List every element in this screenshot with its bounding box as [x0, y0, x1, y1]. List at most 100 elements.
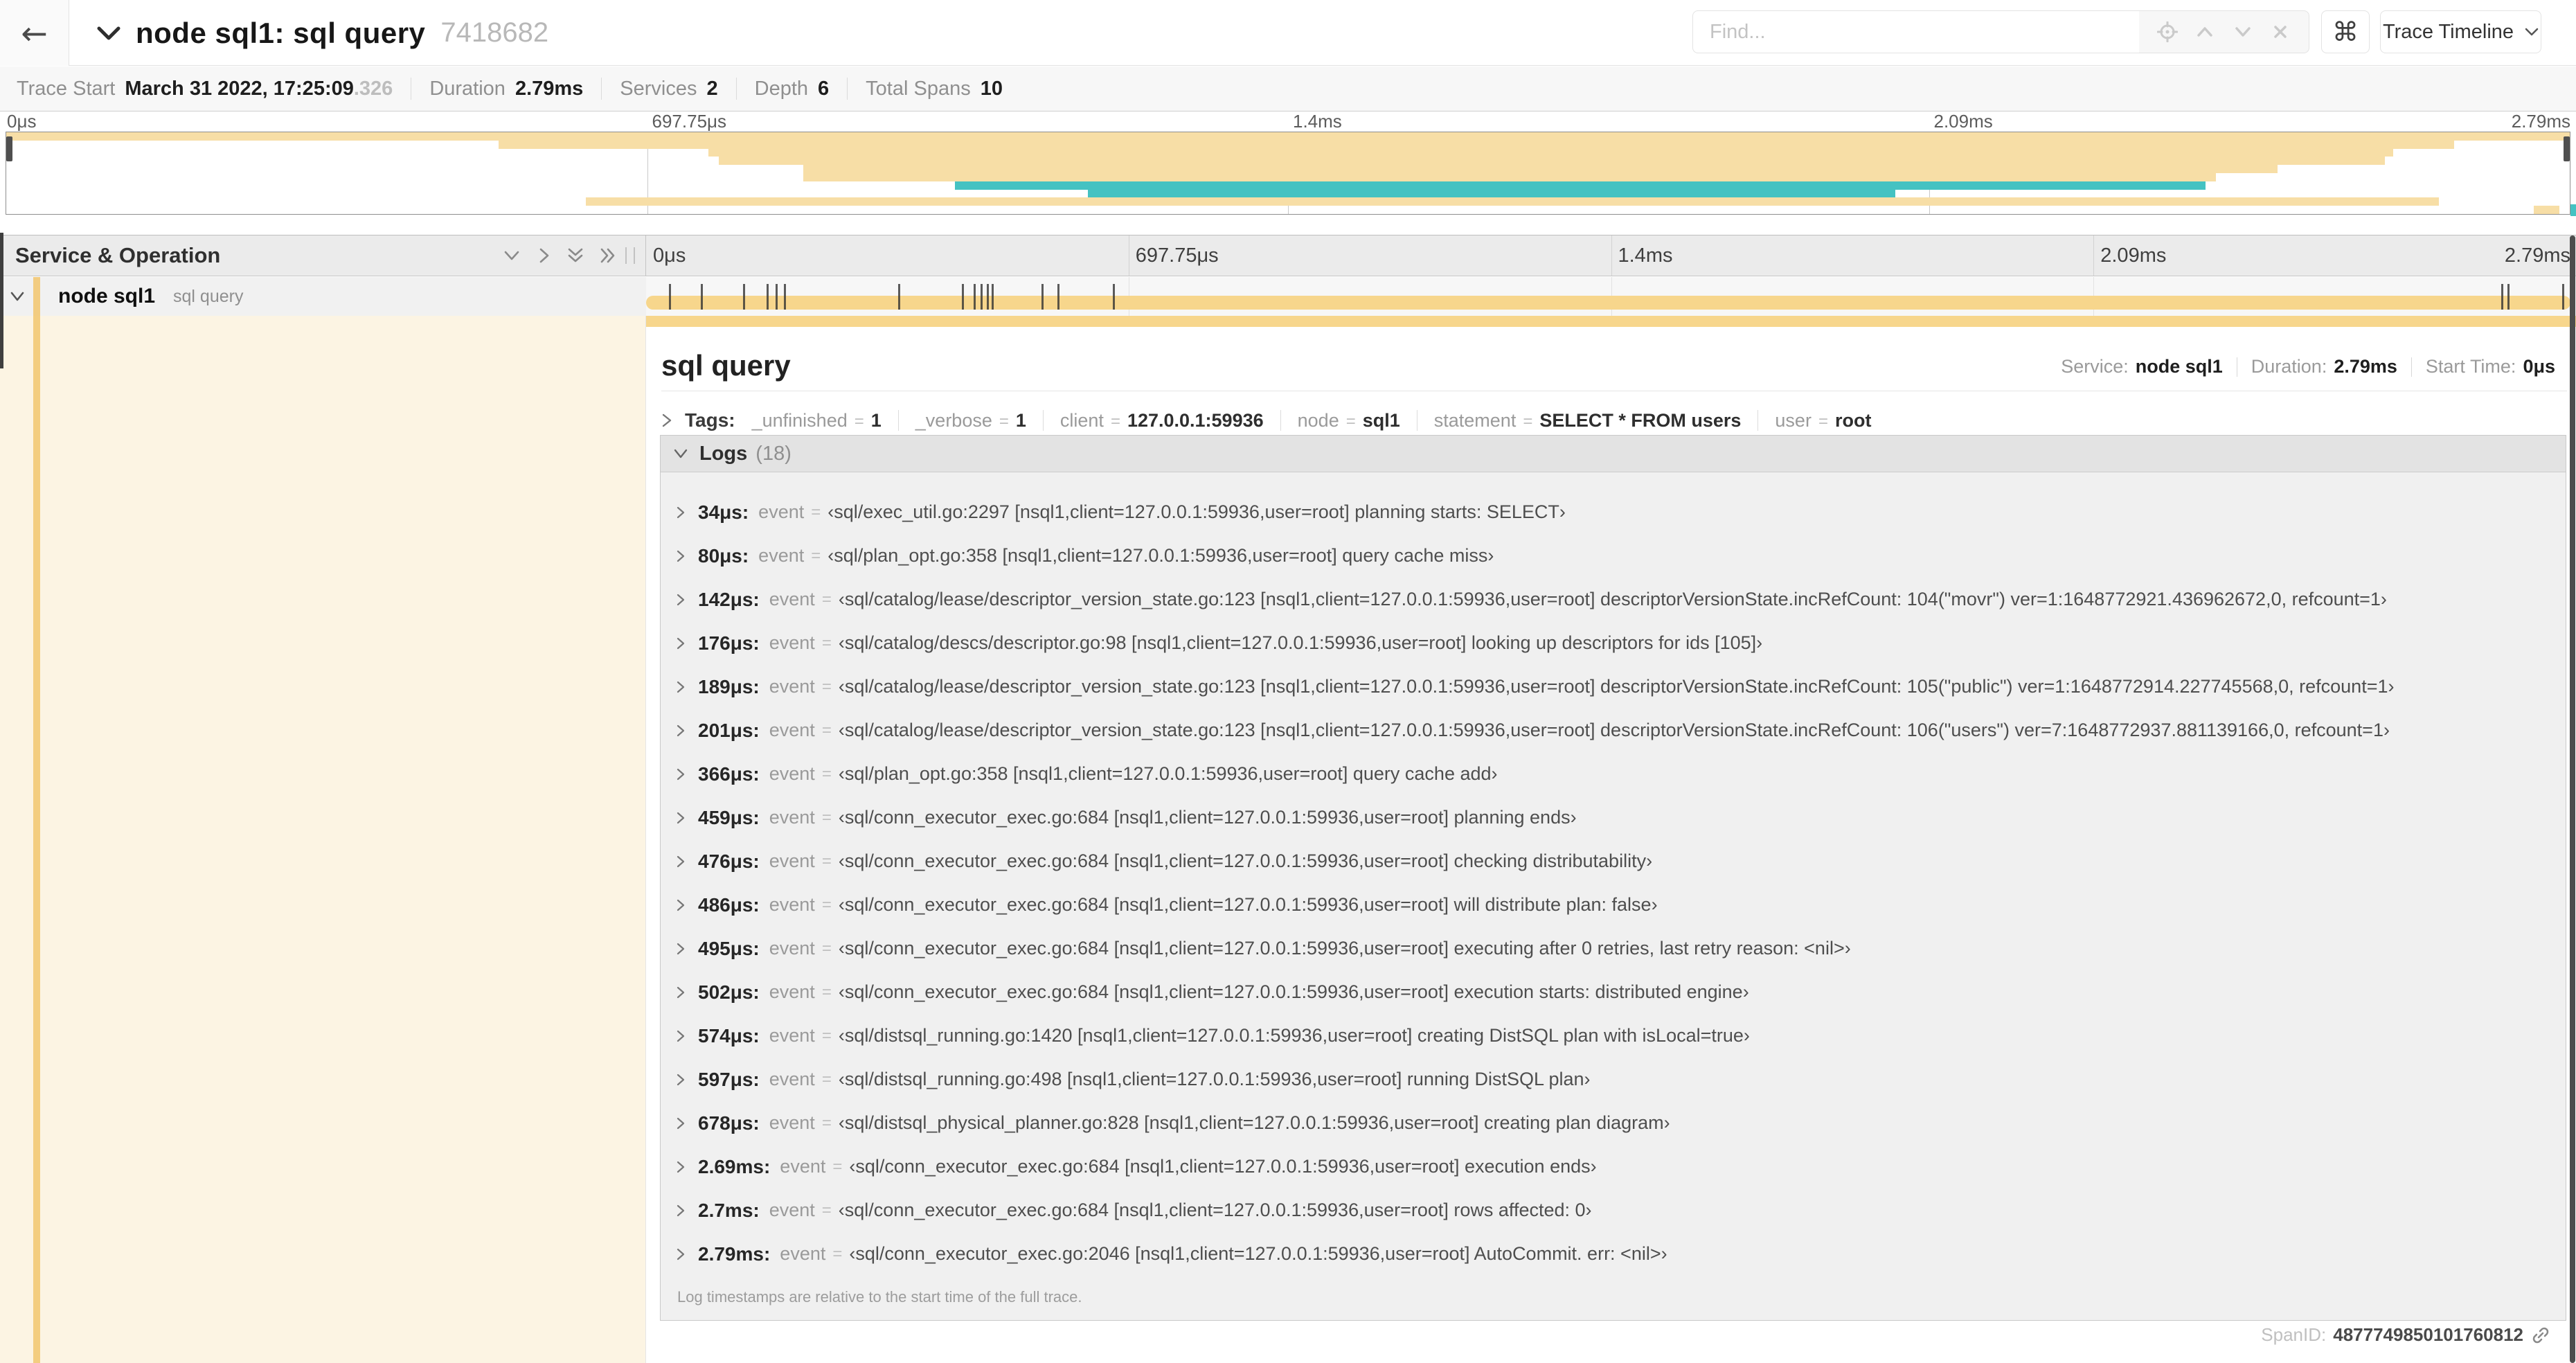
log-marker-tick[interactable] — [2562, 284, 2564, 310]
timeline-collapser — [503, 247, 616, 265]
span-duration-bar[interactable] — [646, 296, 2570, 310]
tag-separator — [1757, 410, 1759, 431]
log-entry-row[interactable]: 495μs: event = ‹sql/conn_executor_exec.go:6… — [661, 927, 2566, 970]
left-pane-scrollbar[interactable] — [0, 233, 3, 368]
expand-one-icon[interactable] — [535, 247, 553, 265]
log-field-value: ‹sql/plan_opt.go:358 [nsql1,client=127.0… — [828, 545, 1494, 566]
tags-row[interactable]: Tags: _unfinished = 1 _verbose = 1 client = 127.… — [661, 404, 1871, 436]
log-entry-row[interactable]: 80μs: event = ‹sql/plan_opt.go:358 [nsql1,c… — [661, 534, 2566, 578]
log-field-value: ‹sql/exec_util.go:2297 [nsql1,client=127… — [828, 501, 1566, 522]
tag-item[interactable]: _unfinished = 1 — [752, 410, 882, 431]
log-marker-tick[interactable] — [784, 284, 787, 310]
column-resizer-grip[interactable] — [625, 247, 635, 264]
keyboard-shortcuts-button[interactable]: ⌘ — [2321, 10, 2370, 53]
view-selector-button[interactable]: Trace Timeline — [2380, 10, 2541, 53]
log-entry-row[interactable]: 476μs: event = ‹sql/conn_executor_exec.go:6… — [661, 839, 2566, 883]
log-marker-tick[interactable] — [1113, 284, 1116, 310]
log-field-value: ‹sql/catalog/descs/descriptor.go:98 [nsq… — [838, 632, 1763, 653]
trace-title-wrap: node sql1: sql query 7418682 — [97, 0, 548, 66]
equals-sign: = — [821, 895, 832, 914]
chevron-down-icon[interactable] — [97, 26, 120, 41]
next-match-icon[interactable] — [2233, 21, 2253, 42]
log-marker-tick[interactable] — [1041, 284, 1044, 310]
timeline-gridline — [1611, 235, 1612, 276]
log-timestamp: 2.79ms: — [698, 1242, 771, 1265]
log-marker-tick[interactable] — [974, 284, 976, 310]
log-entry-row[interactable]: 2.7ms: event = ‹sql/conn_executor_exec.go:6… — [661, 1188, 2566, 1232]
log-entry-row[interactable]: 176μs: event = ‹sql/catalog/descs/descripto… — [661, 621, 2566, 665]
find-box — [1692, 10, 2140, 53]
log-marker-tick[interactable] — [767, 284, 769, 310]
tag-item[interactable]: user = root — [1775, 410, 1871, 431]
find-toolbar — [2139, 10, 2309, 53]
equals-sign: = — [821, 764, 832, 783]
find-input[interactable] — [1693, 11, 2139, 53]
log-entry-row[interactable]: 502μs: event = ‹sql/conn_executor_exec.go:6… — [661, 970, 2566, 1014]
log-marker-tick[interactable] — [986, 284, 989, 310]
log-entry-row[interactable]: 2.69ms: event = ‹sql/conn_executor_exec.go:… — [661, 1145, 2566, 1188]
minimap-span-bar — [1088, 189, 1896, 198]
chevron-right-icon — [677, 1248, 685, 1260]
chevron-right-icon — [677, 681, 685, 693]
log-entry-row[interactable]: 142μs: event = ‹sql/catalog/lease/descripto… — [661, 578, 2566, 621]
meta-value: node sql1 — [2135, 356, 2223, 377]
equals-sign: = — [821, 1113, 832, 1132]
log-marker-tick[interactable] — [743, 284, 746, 310]
log-entry-row[interactable]: 189μs: event = ‹sql/catalog/lease/descripto… — [661, 665, 2566, 709]
deep-link-icon[interactable] — [2530, 1325, 2551, 1346]
span-name-cell[interactable]: node sql1 sql query — [0, 277, 646, 316]
log-entry-row[interactable]: 574μs: event = ‹sql/distsql_running.go:1420… — [661, 1014, 2566, 1058]
log-field-key: event — [769, 632, 815, 653]
back-button[interactable]: ← — [0, 0, 69, 66]
timeline-minimap[interactable] — [6, 132, 2570, 215]
equals-sign: = — [821, 589, 832, 609]
span-collapse-caret-icon[interactable] — [10, 291, 25, 302]
equals-sign: = — [821, 982, 832, 1001]
log-marker-tick[interactable] — [1057, 284, 1059, 310]
log-entry-row[interactable]: 678μs: event = ‹sql/distsql_physical_planne… — [661, 1101, 2566, 1145]
log-entry-row[interactable]: 2.79ms: event = ‹sql/conn_executor_exec.go:… — [661, 1232, 2566, 1276]
equals-sign: = — [821, 677, 832, 696]
summary-value: 2.79ms — [515, 77, 584, 100]
log-entry-row[interactable]: 34μs: event = ‹sql/exec_util.go:2297 [nsql1… — [661, 490, 2566, 534]
log-field-value: ‹sql/conn_executor_exec.go:684 [nsql1,cl… — [838, 894, 1658, 915]
tag-item[interactable]: node = sql1 — [1298, 410, 1400, 431]
log-entry-row[interactable]: 201μs: event = ‹sql/catalog/lease/descripto… — [661, 709, 2566, 752]
tag-item[interactable]: client = 127.0.0.1:59936 — [1060, 410, 1264, 431]
prev-match-icon[interactable] — [2194, 21, 2215, 42]
tag-item[interactable]: _verbose = 1 — [915, 410, 1026, 431]
minimap-axis-tick-label: 697.75μs — [652, 111, 727, 132]
log-marker-tick[interactable] — [981, 284, 983, 310]
clear-find-icon[interactable] — [2270, 21, 2291, 42]
minimap-left-scrubber[interactable] — [6, 136, 12, 161]
summary-label: Total Spans — [866, 77, 971, 100]
equals-sign: = — [821, 720, 832, 740]
collapse-all-icon[interactable] — [566, 247, 584, 265]
expand-all-icon[interactable] — [598, 247, 616, 265]
logs-header[interactable]: Logs (18) — [661, 436, 2566, 472]
log-marker-tick[interactable] — [668, 284, 671, 310]
tag-item[interactable]: statement = SELECT * FROM users — [1434, 410, 1742, 431]
log-marker-tick[interactable] — [776, 284, 778, 310]
focus-match-icon[interactable] — [2156, 21, 2179, 43]
trace-id: 7418682 — [440, 17, 549, 48]
log-marker-tick[interactable] — [962, 284, 965, 310]
span-bar-cell[interactable] — [646, 277, 2576, 316]
log-field-value: ‹sql/distsql_running.go:498 [nsql1,clien… — [838, 1069, 1591, 1089]
log-entry-row[interactable]: 486μs: event = ‹sql/conn_executor_exec.go:6… — [661, 883, 2566, 927]
log-marker-tick[interactable] — [2507, 284, 2510, 310]
log-entry-row[interactable]: 459μs: event = ‹sql/conn_executor_exec.go:6… — [661, 796, 2566, 839]
log-timestamp: 678μs: — [698, 1112, 760, 1134]
log-marker-tick[interactable] — [992, 284, 994, 310]
log-entry-row[interactable]: 366μs: event = ‹sql/plan_opt.go:358 [nsql1,… — [661, 752, 2566, 796]
log-marker-tick[interactable] — [2501, 284, 2503, 310]
collapse-one-icon[interactable] — [503, 247, 521, 265]
minimap-span-bar — [803, 173, 2217, 181]
page-scrollbar[interactable] — [2570, 235, 2575, 1363]
log-entry-row[interactable]: 597μs: event = ‹sql/distsql_running.go:498 … — [661, 1058, 2566, 1101]
equals-sign: = — [1523, 411, 1533, 431]
log-marker-tick[interactable] — [700, 284, 703, 310]
log-marker-tick[interactable] — [897, 284, 900, 310]
minimap-right-scrubber[interactable] — [2564, 136, 2570, 161]
log-field-value: ‹sql/catalog/lease/descriptor_version_st… — [838, 720, 2390, 740]
